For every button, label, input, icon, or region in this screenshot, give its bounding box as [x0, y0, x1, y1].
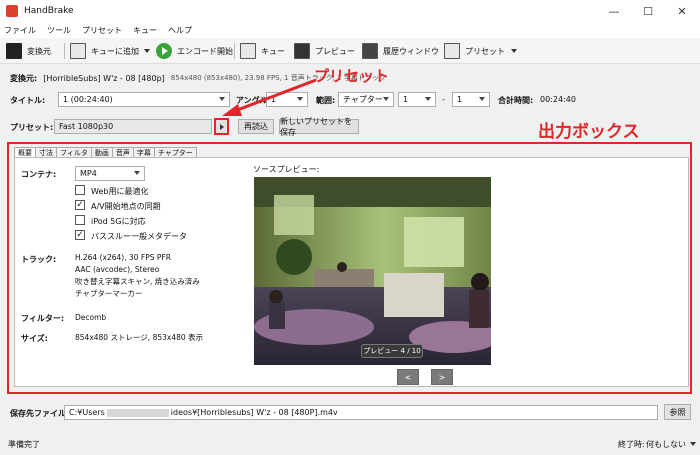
- annotation-output-box-label: 出力ボックス: [538, 122, 640, 142]
- add-to-queue-button[interactable]: キューに追加: [70, 42, 150, 60]
- reload-preset-button[interactable]: 再読込: [238, 119, 274, 134]
- handbrake-logo-icon: [6, 5, 18, 17]
- status-bar: 準備完了 終了時: 何もしない: [0, 433, 700, 455]
- browse-button[interactable]: 参照: [664, 404, 691, 420]
- when-done-select[interactable]: 何もしない: [646, 439, 686, 450]
- duration-label: 合計時間:: [498, 96, 534, 105]
- film-strip-icon: [294, 43, 310, 59]
- annotation-arrow: [222, 78, 317, 116]
- presets-icon: [444, 43, 460, 59]
- title-select[interactable]: 1 (00:24:40): [58, 92, 230, 107]
- preview-label: プレビュー: [315, 46, 355, 56]
- open-source-button[interactable]: 変換元: [6, 42, 51, 60]
- chevron-down-icon[interactable]: [690, 442, 696, 446]
- toolbar-divider: [64, 43, 65, 59]
- menu-tools[interactable]: ツール: [47, 25, 71, 36]
- chevron-down-icon: [383, 97, 389, 101]
- minimize-button[interactable]: —: [598, 0, 630, 22]
- presets-button[interactable]: プリセット: [444, 42, 517, 60]
- queue-icon: [240, 43, 256, 59]
- destination-path-start: C:¥Users: [69, 408, 105, 417]
- save-new-preset-button[interactable]: 新しいプリセットを保存: [279, 117, 359, 137]
- range-end-value: 1: [457, 95, 463, 104]
- chevron-down-icon[interactable]: [144, 49, 150, 53]
- title-select-value: 1 (00:24:40): [63, 95, 113, 104]
- open-source-label: 変換元: [27, 46, 51, 56]
- add-to-queue-label: キューに追加: [91, 46, 139, 56]
- add-to-queue-icon: [70, 43, 86, 59]
- destination-path-input[interactable]: C:¥Users ideos¥[Horriblesubs] W'z - 08 […: [64, 405, 658, 420]
- destination-path-end: ideos¥[Horriblesubs] W'z - 08 [480P].m4v: [170, 408, 338, 417]
- title-bar: HandBrake — ☐ ✕: [0, 0, 700, 22]
- window-title: HandBrake: [24, 6, 74, 16]
- toolbar-divider: [234, 43, 235, 59]
- menu-file[interactable]: ファイル: [4, 25, 36, 36]
- presets-label: プリセット: [465, 46, 505, 56]
- chevron-right-icon: [219, 123, 224, 130]
- start-encode-label: エンコード開始: [177, 46, 233, 56]
- duration-value: 00:24:40: [540, 95, 576, 104]
- activity-window-button[interactable]: 履歴ウィンドウ: [362, 42, 439, 60]
- preview-button[interactable]: プレビュー: [294, 42, 355, 60]
- queue-button[interactable]: キュー: [240, 42, 285, 60]
- activity-window-label: 履歴ウィンドウ: [383, 46, 439, 56]
- range-type-value: チャプター: [343, 95, 383, 104]
- title-label: タイトル:: [10, 96, 46, 105]
- maximize-button[interactable]: ☐: [632, 0, 664, 22]
- range-end-select[interactable]: 1: [452, 92, 490, 107]
- redacted-path-segment: [106, 408, 169, 417]
- toolbar: 変換元 キューに追加 エンコード開始 キュー プレビュー 履歴ウィンドウ プリセ…: [0, 38, 700, 64]
- range-type-select[interactable]: チャプター: [338, 92, 394, 107]
- source-name: [HorribleSubs] W'z - 08 [480p]: [43, 73, 165, 83]
- menu-presets[interactable]: プリセット: [82, 25, 122, 36]
- play-icon: [156, 43, 172, 59]
- preset-label: プリセット:: [10, 123, 54, 132]
- destination-label: 保存先ファイル:: [10, 409, 70, 418]
- annotation-preset-label: プリセット: [314, 67, 390, 85]
- close-button[interactable]: ✕: [666, 0, 698, 22]
- menu-queue[interactable]: キュー: [133, 25, 157, 36]
- range-start-value: 1: [403, 95, 409, 104]
- chevron-down-icon: [425, 97, 431, 101]
- film-source-icon: [6, 43, 22, 59]
- preset-select[interactable]: Fast 1080p30: [54, 119, 212, 134]
- annotation-output-box: [7, 142, 692, 394]
- status-text: 準備完了: [8, 439, 40, 449]
- preset-expand-button[interactable]: [214, 118, 229, 135]
- when-done-label: 終了時:: [618, 439, 645, 449]
- range-separator: -: [442, 95, 445, 104]
- start-encode-button[interactable]: エンコード開始: [156, 42, 233, 60]
- preset-select-value: Fast 1080p30: [59, 122, 114, 131]
- menu-bar: ファイル ツール プリセット キュー ヘルプ: [0, 22, 700, 38]
- source-label: 変換元:: [10, 73, 38, 83]
- queue-label: キュー: [261, 46, 285, 56]
- range-start-select[interactable]: 1: [398, 92, 436, 107]
- chevron-down-icon: [479, 97, 485, 101]
- chevron-down-icon[interactable]: [511, 49, 517, 53]
- activity-log-icon: [362, 43, 378, 59]
- menu-help[interactable]: ヘルプ: [168, 25, 192, 36]
